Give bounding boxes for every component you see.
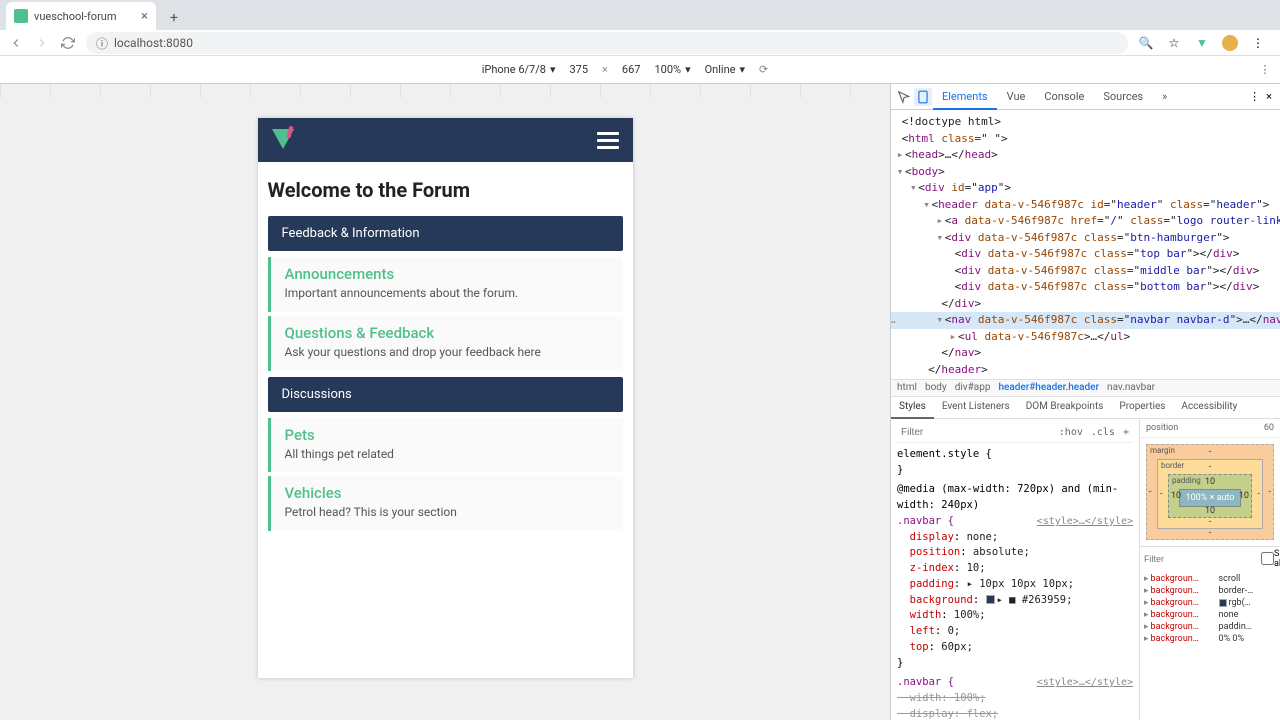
avatar[interactable]: [1222, 35, 1238, 51]
device-toolbar: iPhone 6/7/8 ▾ 375 × 667 100% ▾ Online ▾…: [0, 56, 1280, 84]
tab-event-listeners[interactable]: Event Listeners: [934, 397, 1018, 418]
back-button[interactable]: [8, 35, 24, 51]
star-icon[interactable]: ☆: [1166, 35, 1182, 51]
phone-frame: Welcome to the Forum Feedback & Informat…: [258, 118, 633, 678]
computed-filter: Show all: [1140, 546, 1280, 571]
browser-tab[interactable]: vueschool-forum ×: [6, 2, 156, 30]
tab-bar: vueschool-forum × +: [0, 0, 1280, 30]
selected-dom-node[interactable]: ▾<nav data-v-546f987c class="navbar navb…: [891, 312, 1280, 329]
topic-item[interactable]: Announcements Important announcements ab…: [268, 257, 623, 312]
topic-desc: Petrol head? This is your section: [285, 504, 609, 521]
devtools-tabs: Elements Vue Console Sources » ⋮ ×: [891, 84, 1280, 110]
dom-tree[interactable]: <!doctype html> <html class=" "> ▸<head>…: [891, 110, 1280, 379]
viewport-height[interactable]: 667: [622, 63, 641, 76]
computed-filter-input[interactable]: [1144, 554, 1261, 564]
tab-console[interactable]: Console: [1035, 85, 1093, 108]
device-mode-icon[interactable]: [914, 88, 932, 106]
device-viewport: Welcome to the Forum Feedback & Informat…: [0, 84, 890, 720]
topic-item[interactable]: Pets All things pet related: [268, 418, 623, 473]
zoom-select[interactable]: 100% ▾: [654, 63, 690, 76]
hamburger-button[interactable]: [597, 132, 619, 149]
dimension-x: ×: [602, 63, 608, 76]
url-input[interactable]: ⓘ localhost:8080: [86, 32, 1128, 54]
topic-item[interactable]: Questions & Feedback Ask your questions …: [268, 316, 623, 371]
new-tab-button[interactable]: +: [162, 6, 186, 30]
inspect-icon[interactable]: [895, 88, 913, 106]
tab-styles[interactable]: Styles: [891, 397, 934, 419]
tab-properties[interactable]: Properties: [1111, 397, 1173, 418]
info-icon: ⓘ: [96, 35, 108, 52]
device-select[interactable]: iPhone 6/7/8 ▾: [482, 63, 556, 76]
page-title: Welcome to the Forum: [268, 178, 623, 202]
devtools-close-icon[interactable]: ×: [1266, 90, 1272, 103]
show-all-checkbox[interactable]: [1261, 552, 1274, 565]
styles-filter-input[interactable]: [897, 427, 1055, 438]
breadcrumb[interactable]: html body div#app header#header.header n…: [891, 379, 1280, 397]
tab-vue[interactable]: Vue: [998, 85, 1035, 108]
topic-desc: Ask your questions and drop your feedbac…: [285, 344, 609, 361]
forum-body: Welcome to the Forum Feedback & Informat…: [258, 162, 633, 551]
devtools-panel: Elements Vue Console Sources » ⋮ × <!doc…: [890, 84, 1280, 720]
menu-icon[interactable]: ⋮: [1250, 35, 1266, 51]
throttle-select[interactable]: Online ▾: [705, 63, 745, 76]
styles-panel-tabs: Styles Event Listeners DOM Breakpoints P…: [891, 397, 1280, 419]
url-text: localhost:8080: [114, 36, 193, 50]
computed-list[interactable]: ▸backgroun…scroll▸backgroun…border-…▸bac…: [1140, 571, 1280, 647]
logo-icon[interactable]: [272, 129, 294, 151]
box-model: position60 margin---- border---- padding…: [1140, 419, 1280, 720]
viewport-width[interactable]: 375: [569, 63, 588, 76]
vue-ext-icon[interactable]: ▼: [1194, 35, 1210, 51]
reload-button[interactable]: [60, 35, 76, 51]
styles-body: :hov .cls + element.style {} @media (max…: [891, 419, 1280, 720]
search-icon[interactable]: 🔍: [1138, 35, 1154, 51]
tab-dom-breakpoints[interactable]: DOM Breakpoints: [1018, 397, 1112, 418]
topic-title: Questions & Feedback: [285, 324, 609, 342]
tab-elements[interactable]: Elements: [933, 85, 997, 110]
topic-title: Pets: [285, 426, 609, 444]
add-rule-button[interactable]: +: [1119, 425, 1133, 440]
section-header: Feedback & Information: [268, 216, 623, 251]
tabs-overflow-icon[interactable]: »: [1153, 85, 1176, 108]
favicon-icon: [14, 9, 28, 23]
app-header: [258, 118, 633, 162]
css-rules[interactable]: :hov .cls + element.style {} @media (max…: [891, 419, 1140, 720]
tab-title: vueschool-forum: [34, 10, 117, 23]
styles-filter-row: :hov .cls +: [897, 423, 1133, 443]
topic-desc: All things pet related: [285, 446, 609, 463]
box-model-diagram[interactable]: margin---- border---- padding10101010 10…: [1140, 438, 1280, 546]
topic-item[interactable]: Vehicles Petrol head? This is your secti…: [268, 476, 623, 531]
toolbar-icons: 🔍 ☆ ▼ ⋮: [1138, 35, 1272, 51]
address-bar: ⓘ localhost:8080 🔍 ☆ ▼ ⋮: [0, 30, 1280, 56]
section-header: Discussions: [268, 377, 623, 412]
topic-desc: Important announcements about the forum.: [285, 285, 609, 302]
topic-title: Announcements: [285, 265, 609, 283]
devtools-menu-icon[interactable]: ⋮: [1249, 90, 1260, 103]
tab-accessibility[interactable]: Accessibility: [1173, 397, 1245, 418]
close-icon[interactable]: ×: [141, 9, 148, 24]
rotate-icon[interactable]: ⟳: [759, 63, 768, 76]
main-area: Welcome to the Forum Feedback & Informat…: [0, 84, 1280, 720]
forward-button[interactable]: [34, 35, 50, 51]
topic-title: Vehicles: [285, 484, 609, 502]
browser-chrome: vueschool-forum × + ⓘ localhost:8080 🔍 ☆…: [0, 0, 1280, 56]
ruler: [0, 84, 890, 98]
tab-sources[interactable]: Sources: [1094, 85, 1152, 108]
hov-toggle[interactable]: :hov: [1055, 425, 1087, 440]
cls-toggle[interactable]: .cls: [1087, 425, 1119, 440]
device-more-button[interactable]: ⋮: [1250, 63, 1280, 76]
